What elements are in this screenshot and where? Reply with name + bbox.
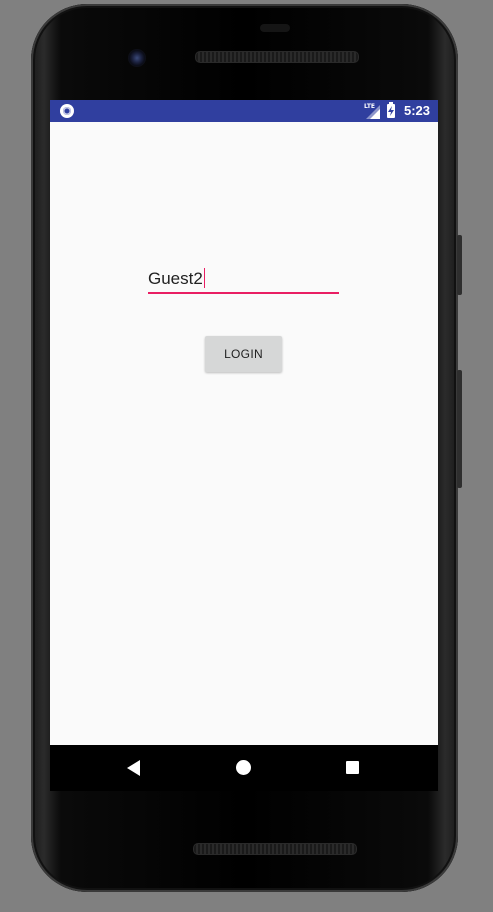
- status-time: 5:23: [404, 103, 431, 118]
- login-button[interactable]: LOGIN: [205, 336, 282, 372]
- name-input[interactable]: Guest2: [148, 262, 339, 294]
- home-icon[interactable]: [236, 760, 251, 775]
- status-bar: LTE 5:23: [50, 100, 438, 122]
- notification-icon: [60, 104, 74, 118]
- back-icon[interactable]: [127, 760, 140, 776]
- power-button[interactable]: [457, 235, 462, 295]
- recents-icon[interactable]: [346, 761, 359, 774]
- navigation-bar: [50, 745, 438, 791]
- text-caret: [203, 268, 206, 288]
- battery-charging-icon: [387, 102, 395, 118]
- front-camera-icon: [128, 49, 146, 67]
- volume-button[interactable]: [457, 370, 462, 488]
- network-type-label: LTE: [364, 103, 376, 110]
- app-screen: LTE 5:23 Guest2 LOGIN: [50, 100, 438, 745]
- name-input-value-wrap: Guest2: [148, 268, 206, 289]
- top-slot: [260, 24, 290, 32]
- name-input-text: Guest2: [148, 269, 203, 288]
- earpiece-speaker: [195, 51, 359, 63]
- bottom-speaker: [193, 843, 357, 855]
